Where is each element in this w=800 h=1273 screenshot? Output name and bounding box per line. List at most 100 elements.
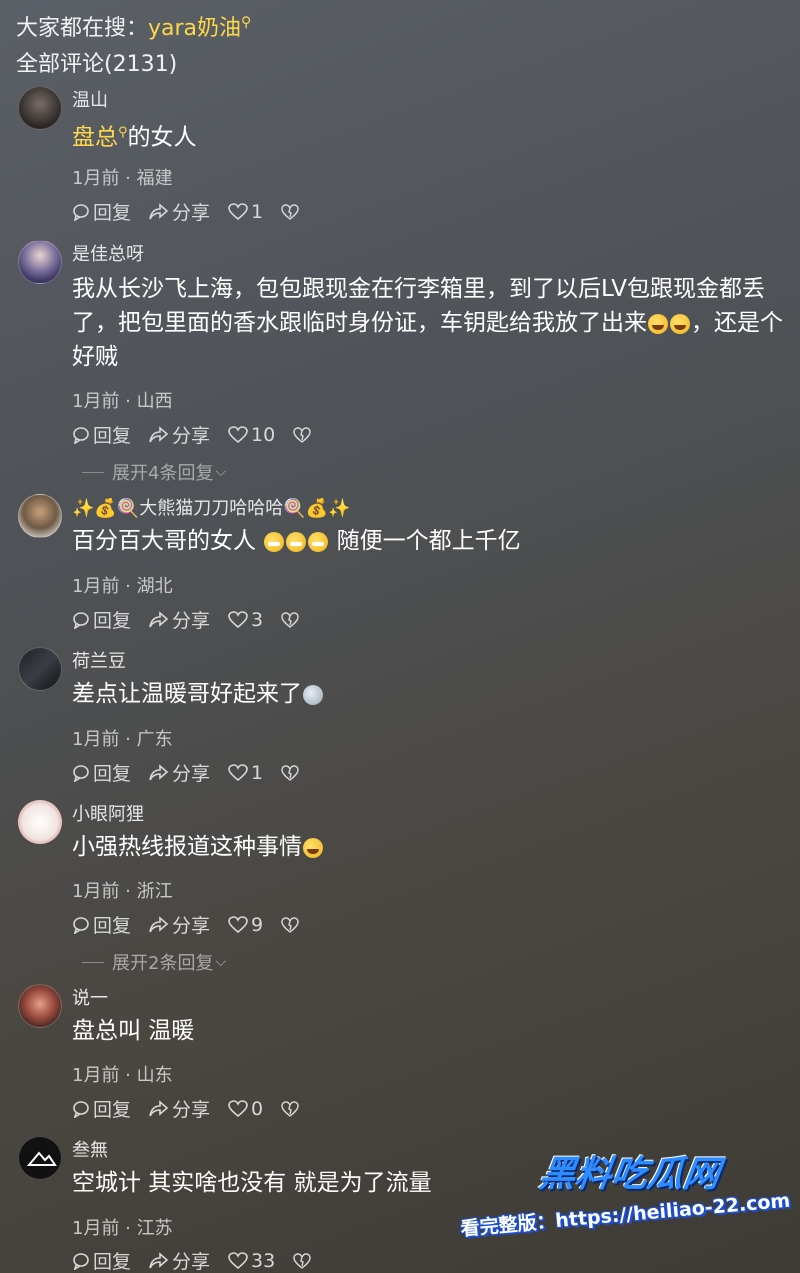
comment-username[interactable]: 是佳总呀 bbox=[72, 240, 144, 266]
search-keyword[interactable]: yara奶油 bbox=[148, 16, 241, 41]
avatar[interactable] bbox=[18, 1136, 62, 1180]
avatar[interactable] bbox=[18, 800, 62, 844]
dislike-button[interactable] bbox=[293, 426, 314, 443]
comment-text-after: 的女人 bbox=[127, 124, 197, 151]
reply-label: 回复 bbox=[93, 915, 132, 937]
dislike-button[interactable] bbox=[281, 916, 302, 933]
share-label: 分享 bbox=[172, 1099, 211, 1121]
cold-sweat-emoji-icon bbox=[303, 684, 323, 705]
comment-username[interactable]: 叁無 bbox=[72, 1136, 108, 1162]
search-icon: ⚲ bbox=[118, 125, 128, 140]
like-count: 3 bbox=[251, 608, 264, 631]
dislike-button[interactable] bbox=[281, 764, 302, 781]
watermark-logo: 黑料吃瓜网 bbox=[536, 1154, 723, 1195]
share-label: 分享 bbox=[172, 610, 211, 632]
share-button[interactable]: 分享 bbox=[149, 421, 210, 448]
share-button[interactable]: 分享 bbox=[149, 1247, 210, 1273]
like-count: 1 bbox=[251, 761, 264, 784]
reply-button[interactable]: 回复 bbox=[72, 198, 131, 225]
share-icon bbox=[149, 915, 169, 932]
share-label: 分享 bbox=[172, 202, 211, 224]
comment-meta: 1月前 · 广东 bbox=[72, 729, 173, 750]
share-button[interactable]: 分享 bbox=[149, 606, 210, 633]
comment-text: 盘总叫 温暖 bbox=[72, 1014, 787, 1048]
comment-text: 差点让温暖哥好起来了 bbox=[72, 677, 787, 711]
reply-label: 回复 bbox=[93, 202, 132, 224]
laughing-emoji-icon bbox=[303, 837, 323, 858]
share-icon bbox=[149, 1099, 169, 1116]
comment-text-main: 小强热线报道这种事情 bbox=[72, 834, 302, 860]
reply-button[interactable]: 回复 bbox=[72, 421, 131, 448]
comment-text-main: 盘总叫 温暖 bbox=[72, 1018, 195, 1044]
expand-replies-label: 展开4条回复 bbox=[112, 463, 214, 484]
search-suggestion[interactable]: 大家都在搜：yara奶油⚲ bbox=[16, 10, 251, 42]
comment-text-tail: 随便一个都上千亿 bbox=[336, 528, 521, 554]
like-button[interactable]: 0 bbox=[228, 1098, 263, 1120]
heart-icon bbox=[228, 1251, 248, 1269]
search-prefix: 大家都在搜： bbox=[16, 16, 149, 41]
heart-icon bbox=[228, 915, 248, 933]
like-count: 9 bbox=[251, 913, 264, 936]
like-button[interactable]: 1 bbox=[228, 762, 263, 784]
comment-actions: 回复 分享 0 bbox=[72, 1095, 320, 1122]
share-button[interactable]: 分享 bbox=[149, 1095, 210, 1122]
comment-username[interactable]: 温山 bbox=[72, 86, 108, 112]
reply-icon bbox=[73, 611, 89, 629]
like-count: 0 bbox=[251, 1097, 264, 1120]
comment-username[interactable]: ✨💰🍭大熊猫刀刀哈哈哈🍭💰✨ bbox=[72, 494, 350, 520]
comment-actions: 回复 分享 10 bbox=[72, 421, 332, 448]
reply-label: 回复 bbox=[93, 763, 132, 785]
avatar[interactable] bbox=[18, 86, 62, 130]
like-button[interactable]: 1 bbox=[228, 201, 263, 223]
chevron-down-icon: ⌵ bbox=[215, 954, 227, 970]
share-button[interactable]: 分享 bbox=[149, 759, 210, 786]
laughing-emoji-icon bbox=[648, 313, 668, 334]
dislike-button[interactable] bbox=[293, 1252, 314, 1269]
dislike-icon bbox=[281, 203, 299, 220]
expand-replies[interactable]: 展开2条回复 ⌵ bbox=[82, 949, 226, 975]
share-icon bbox=[149, 610, 169, 627]
reply-button[interactable]: 回复 bbox=[72, 1095, 131, 1122]
dislike-button[interactable] bbox=[281, 203, 302, 220]
like-button[interactable]: 3 bbox=[228, 609, 263, 631]
reply-label: 回复 bbox=[93, 1251, 132, 1273]
heart-icon bbox=[228, 425, 248, 443]
avatar[interactable] bbox=[18, 240, 62, 284]
reply-button[interactable]: 回复 bbox=[72, 759, 131, 786]
share-label: 分享 bbox=[172, 915, 211, 937]
comment-meta: 1月前 · 山西 bbox=[72, 391, 173, 412]
share-button[interactable]: 分享 bbox=[149, 198, 210, 225]
comment-actions: 回复 分享 9 bbox=[72, 911, 320, 938]
avatar[interactable] bbox=[18, 494, 62, 538]
comment-text-main: 百分百大哥的女人 bbox=[72, 528, 256, 554]
comment-username[interactable]: 小眼阿狸 bbox=[72, 800, 144, 826]
reply-button[interactable]: 回复 bbox=[72, 1247, 131, 1273]
avatar[interactable] bbox=[18, 984, 62, 1028]
like-button[interactable]: 9 bbox=[228, 914, 263, 936]
share-icon bbox=[149, 202, 169, 219]
expand-replies-label: 展开2条回复 bbox=[112, 953, 214, 974]
dislike-button[interactable] bbox=[281, 1100, 302, 1117]
reply-button[interactable]: 回复 bbox=[72, 911, 131, 938]
expand-replies[interactable]: 展开4条回复 ⌵ bbox=[82, 459, 226, 485]
comment-username[interactable]: 荷兰豆 bbox=[72, 647, 126, 673]
share-button[interactable]: 分享 bbox=[149, 911, 210, 938]
reply-button[interactable]: 回复 bbox=[72, 606, 131, 633]
chevron-down-icon: ⌵ bbox=[215, 464, 227, 480]
comment-meta: 1月前 · 山东 bbox=[72, 1065, 173, 1086]
divider bbox=[82, 471, 104, 473]
grin-emoji-icon bbox=[286, 531, 307, 552]
like-count: 10 bbox=[251, 423, 276, 446]
comment-username[interactable]: 说一 bbox=[72, 984, 108, 1010]
dislike-icon bbox=[281, 916, 299, 933]
dislike-button[interactable] bbox=[281, 611, 302, 628]
divider bbox=[82, 961, 104, 963]
share-icon bbox=[149, 1251, 169, 1268]
dislike-icon bbox=[281, 764, 299, 781]
dislike-icon bbox=[281, 1100, 299, 1117]
like-button[interactable]: 33 bbox=[228, 1250, 275, 1272]
comment-keyword[interactable]: 盘总 bbox=[72, 125, 118, 151]
avatar[interactable] bbox=[18, 647, 62, 691]
share-icon bbox=[149, 763, 169, 780]
like-button[interactable]: 10 bbox=[228, 424, 275, 446]
